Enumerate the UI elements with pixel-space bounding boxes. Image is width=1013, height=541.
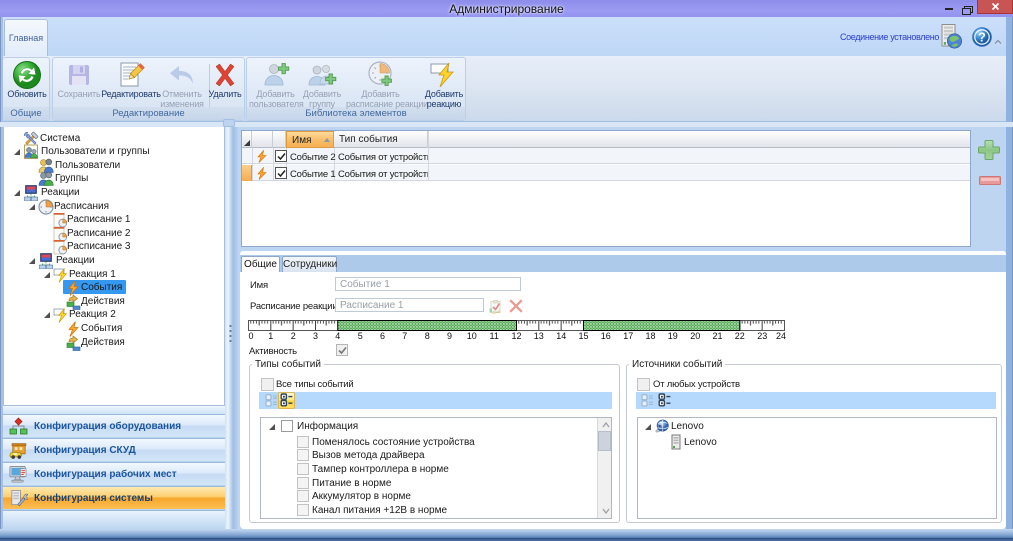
svg-text:22: 22 xyxy=(735,331,745,341)
svg-text:0: 0 xyxy=(248,331,253,341)
svg-text:9: 9 xyxy=(447,331,452,341)
svg-text:12: 12 xyxy=(511,331,521,341)
svg-text:24: 24 xyxy=(776,331,786,341)
svg-text:23: 23 xyxy=(757,331,767,341)
svg-text:21: 21 xyxy=(712,331,722,341)
svg-text:15: 15 xyxy=(578,331,588,341)
svg-text:11: 11 xyxy=(490,331,499,341)
svg-text:13: 13 xyxy=(534,331,544,341)
svg-text:17: 17 xyxy=(623,331,633,341)
svg-text:2: 2 xyxy=(291,331,296,341)
svg-text:19: 19 xyxy=(668,331,678,341)
svg-text:4: 4 xyxy=(335,331,340,341)
svg-text:6: 6 xyxy=(380,331,385,341)
svg-text:18: 18 xyxy=(645,331,655,341)
svg-text:10: 10 xyxy=(467,331,477,341)
svg-text:14: 14 xyxy=(556,331,566,341)
svg-text:5: 5 xyxy=(358,331,363,341)
svg-text:7: 7 xyxy=(402,331,407,341)
svg-text:?: ? xyxy=(978,31,986,45)
svg-text:8: 8 xyxy=(425,331,430,341)
svg-text:3: 3 xyxy=(313,331,318,341)
svg-text:1: 1 xyxy=(268,331,273,341)
svg-text:16: 16 xyxy=(601,331,611,341)
svg-text:20: 20 xyxy=(690,331,700,341)
